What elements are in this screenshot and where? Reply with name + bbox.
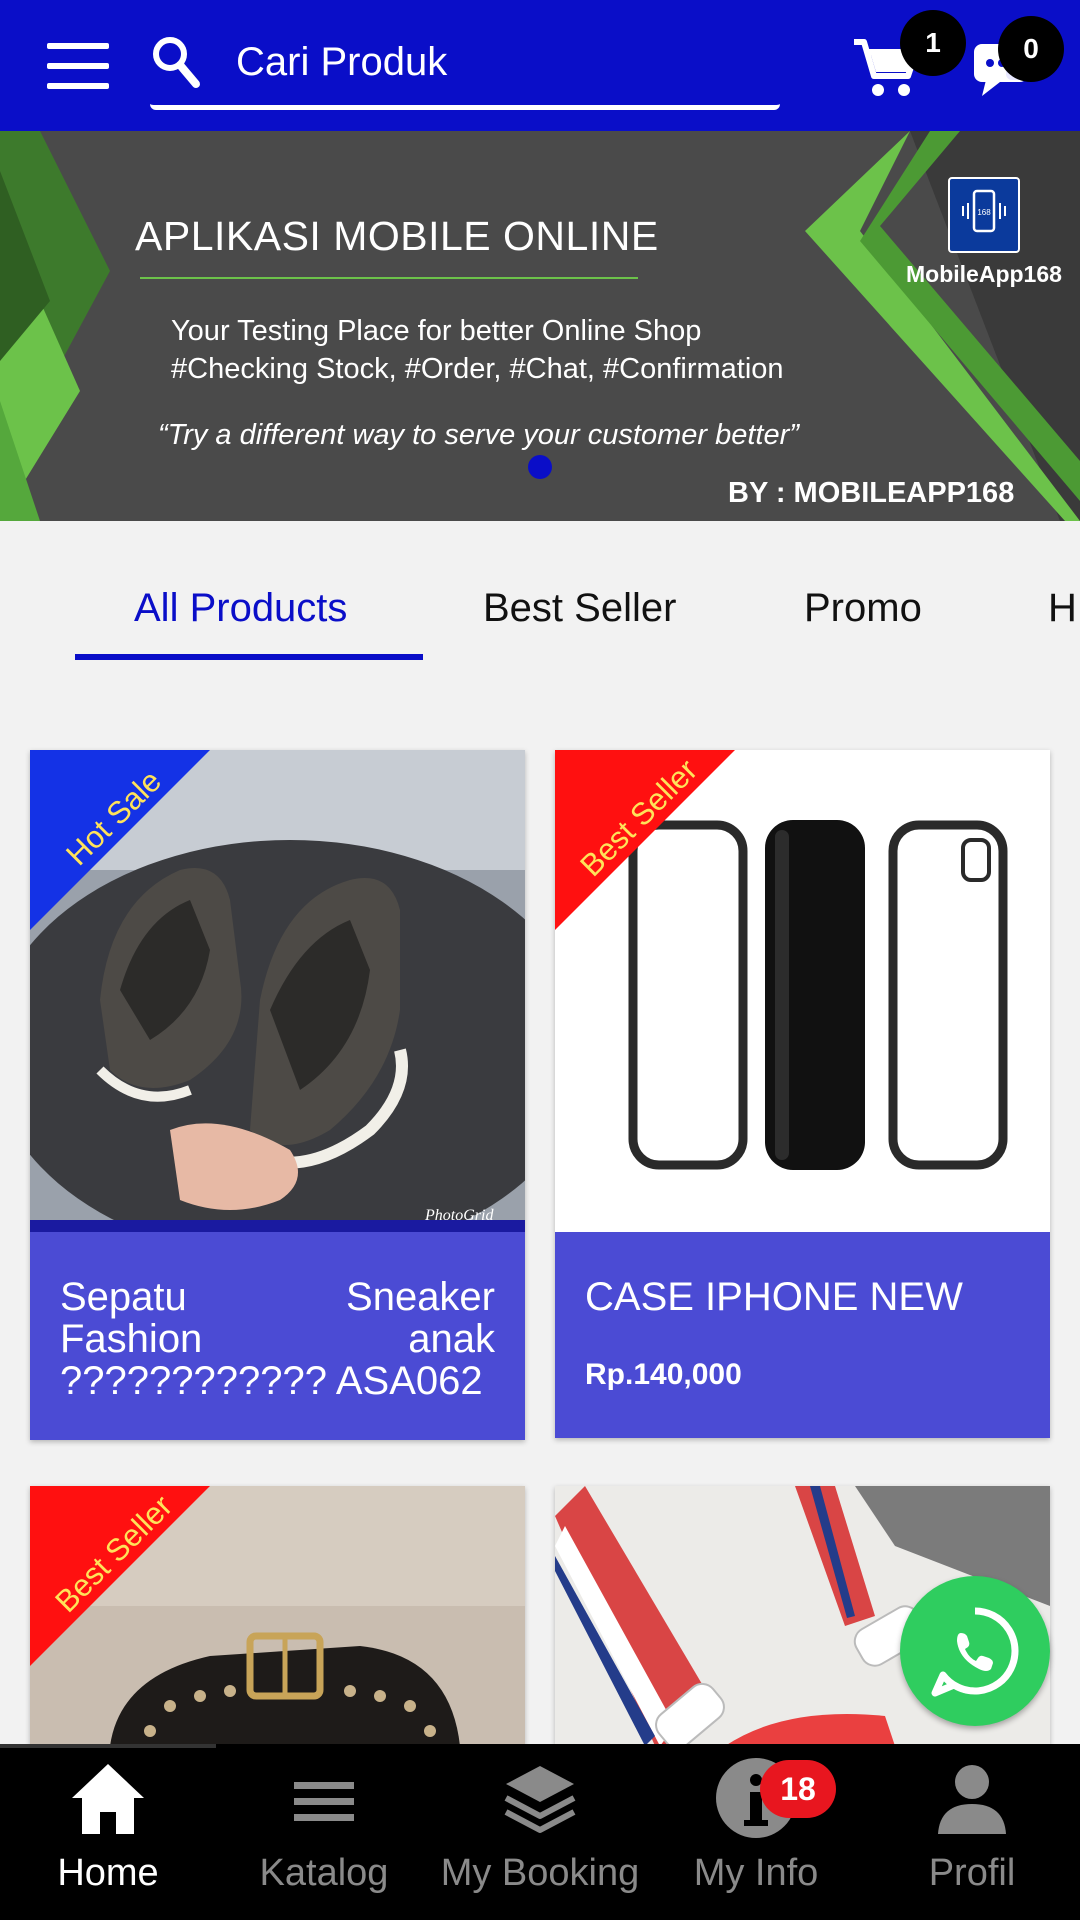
search-bar[interactable] [150, 24, 780, 110]
top-app-bar: 1 0 [0, 0, 1080, 131]
tab-all-products[interactable]: All Products [134, 586, 347, 631]
app-screen: 1 0 APLIKASI MOBILE ONLINE Your Testing … [0, 0, 1080, 1920]
banner-subtitle-2: #Checking Stock, #Order, #Chat, #Confirm… [171, 353, 784, 385]
banner-quote: “Try a different way to serve your custo… [158, 419, 799, 451]
product-card[interactable]: PhotoGrid Hot Sale Sepatu Sneaker Fashio… [30, 750, 525, 1440]
category-tabs: All Products Best Seller Promo H [0, 521, 1080, 661]
product-card[interactable]: Best Seller CASE IPHONE NEW Rp.140,000 [555, 750, 1050, 1438]
whatsapp-icon [931, 1607, 1019, 1697]
layers-icon [504, 1766, 576, 1833]
product-price: Rp.140,000 [585, 1358, 742, 1391]
banner-title: APLIKASI MOBILE ONLINE [135, 213, 659, 259]
hamburger-menu-icon[interactable] [47, 43, 109, 89]
nav-label: Home [57, 1852, 159, 1894]
hot-sale-ribbon: Hot Sale [30, 750, 210, 930]
search-input[interactable] [236, 32, 756, 92]
product-card[interactable]: Best Seller [30, 1486, 525, 1746]
best-seller-ribbon: Best Seller [30, 1486, 210, 1666]
info-count-badge: 18 [760, 1760, 836, 1818]
banner-divider [140, 277, 638, 279]
carousel-indicator[interactable] [528, 455, 552, 479]
banner-subtitle-1: Your Testing Place for better Online Sho… [171, 315, 702, 347]
svg-text:168: 168 [977, 208, 991, 217]
product-name: CASE IPHONE NEW [585, 1275, 963, 1319]
list-icon [294, 1782, 354, 1821]
whatsapp-button[interactable] [900, 1576, 1050, 1726]
nav-label: My Booking [440, 1852, 640, 1894]
chat-count-badge: 0 [998, 16, 1064, 82]
banner-byline: BY : MOBILEAPP168 [728, 477, 1015, 509]
brand-name: MobileApp168 [906, 261, 1062, 287]
nav-my-info[interactable]: My Info [648, 1744, 864, 1920]
home-icon [72, 1764, 144, 1834]
nav-home[interactable]: Home [0, 1744, 216, 1920]
nav-label: Katalog [259, 1852, 389, 1894]
tab-best-seller[interactable]: Best Seller [483, 586, 676, 631]
tab-promo[interactable]: Promo [804, 586, 922, 631]
promo-banner[interactable]: APLIKASI MOBILE ONLINE Your Testing Plac… [0, 131, 1080, 521]
product-info: Sepatu Sneaker Fashion anak ????????????… [30, 1232, 525, 1440]
nav-label: My Info [693, 1852, 819, 1894]
nav-profil[interactable]: Profil [864, 1744, 1080, 1920]
cart-count-badge: 1 [900, 10, 966, 76]
brand-logo: 168 [948, 177, 1020, 253]
bottom-navigation: Home Katalog My Booking My Info 18 Profi… [0, 1744, 1080, 1920]
nav-label: Profil [928, 1852, 1016, 1894]
phone-logo-icon: 168 [962, 189, 1006, 233]
nav-katalog[interactable]: Katalog [216, 1744, 432, 1920]
active-tab-indicator [75, 654, 423, 660]
product-name: Sepatu Sneaker Fashion anak ????????????… [60, 1275, 495, 1403]
search-icon[interactable] [150, 34, 202, 90]
tab-partial[interactable]: H [1048, 586, 1077, 631]
person-icon [938, 1765, 1006, 1834]
product-info: CASE IPHONE NEW Rp.140,000 [555, 1232, 1050, 1438]
nav-my-booking[interactable]: My Booking [432, 1744, 648, 1920]
best-seller-ribbon: Best Seller [555, 750, 735, 930]
